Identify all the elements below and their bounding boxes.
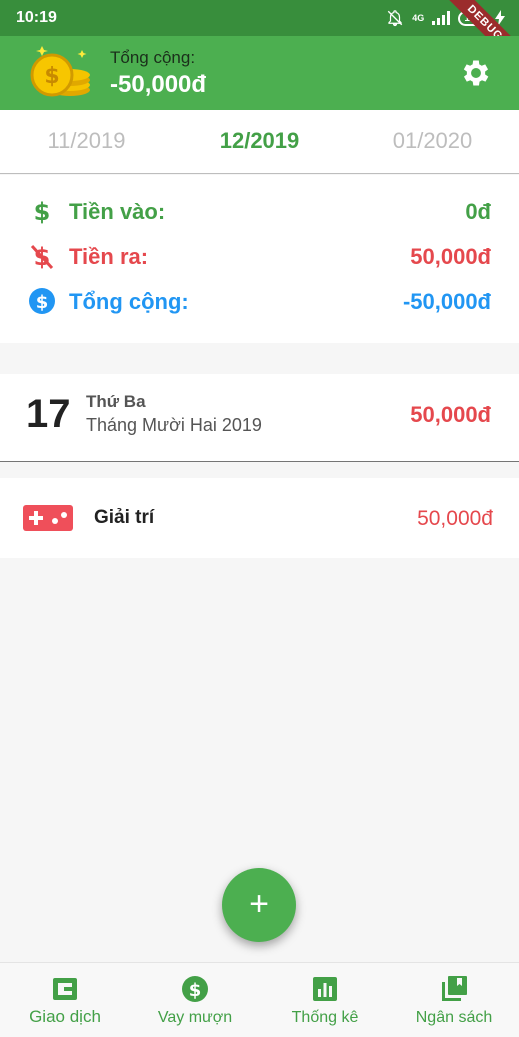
summary-total-row: $ Tổng cộng: -50,000đ: [0, 281, 519, 321]
day-total: 50,000đ: [410, 402, 491, 427]
summary-income-row: $ Tiền vào: 0đ: [0, 191, 519, 231]
tab-next-month[interactable]: 01/2020: [346, 128, 519, 154]
transaction-row[interactable]: Giải trí 50,000đ: [0, 478, 519, 558]
add-transaction-button[interactable]: +: [222, 868, 296, 942]
total-value: -50,000đ: [402, 289, 491, 314]
svg-text:$: $: [189, 980, 202, 1001]
day-weekday: Thứ Ba: [86, 392, 146, 411]
nav-label-loans: Vay mượn: [157, 1009, 233, 1026]
income-label: Tiền vào:: [69, 199, 166, 224]
status-time: 10:19: [16, 9, 57, 26]
bottom-nav: Giao dịch $ Vay mượn Thống kê Ngân sách: [0, 962, 519, 1037]
tab-current-month[interactable]: 12/2019: [173, 128, 346, 154]
svg-text:$: $: [36, 292, 49, 313]
nav-item-budget[interactable]: Ngân sách: [389, 963, 519, 1037]
day-month-year: Tháng Mười Hai 2019: [86, 415, 262, 435]
status-bar: 10:19 4G 100 DEBUG: [0, 0, 519, 72]
network-type: 4G: [412, 13, 425, 23]
coins-icon: $: [30, 46, 90, 97]
summary-expense-row: $ Tiền ra: 50,000đ: [0, 236, 519, 276]
month-tabs: 11/2019 12/2019 01/2020: [0, 110, 519, 174]
day-number: 17: [26, 392, 71, 436]
day-group-header[interactable]: 17 Thứ Ba Tháng Mười Hai 2019 50,000đ: [0, 374, 519, 462]
expense-label: Tiền ra:: [69, 244, 149, 269]
income-value: 0đ: [465, 199, 491, 224]
transaction-amount: 50,000đ: [417, 507, 493, 530]
notifications-off-icon: [388, 10, 403, 27]
transaction-category: Giải trí: [94, 507, 155, 528]
nav-item-statistics[interactable]: Thống kê: [260, 963, 390, 1037]
tab-prev-month[interactable]: 11/2019: [0, 128, 173, 154]
wallet-icon: [53, 978, 77, 1000]
library-books-icon: [442, 976, 467, 1001]
dollar-circle-icon: $: [29, 288, 55, 314]
dollar-circle-icon: $: [182, 976, 208, 1002]
nav-label-statistics: Thống kê: [291, 1009, 359, 1026]
header-total-label: Tổng cộng:: [110, 48, 196, 67]
gear-icon[interactable]: [459, 56, 493, 90]
nav-label-budget: Ngân sách: [415, 1009, 493, 1026]
gamepad-icon: [23, 505, 73, 531]
dollar-off-icon: $: [30, 243, 54, 270]
total-label: Tổng cộng:: [69, 289, 189, 314]
expense-value: 50,000đ: [410, 244, 491, 269]
nav-item-transactions[interactable]: Giao dịch: [0, 963, 130, 1037]
month-summary: $ Tiền vào: 0đ $ Tiền ra: 50,000đ $ Tổng…: [0, 175, 519, 343]
dollar-icon: $: [34, 198, 51, 225]
app-header: $ Tổng cộng: -50,000đ: [0, 36, 519, 110]
bar-chart-icon: [313, 977, 337, 1001]
nav-label-transactions: Giao dịch: [29, 1007, 101, 1026]
svg-text:$: $: [44, 64, 59, 89]
signal-icon: [432, 11, 451, 25]
nav-item-loans[interactable]: $ Vay mượn: [130, 963, 260, 1037]
header-total-value: -50,000đ: [110, 71, 207, 98]
svg-text:$: $: [34, 198, 51, 225]
